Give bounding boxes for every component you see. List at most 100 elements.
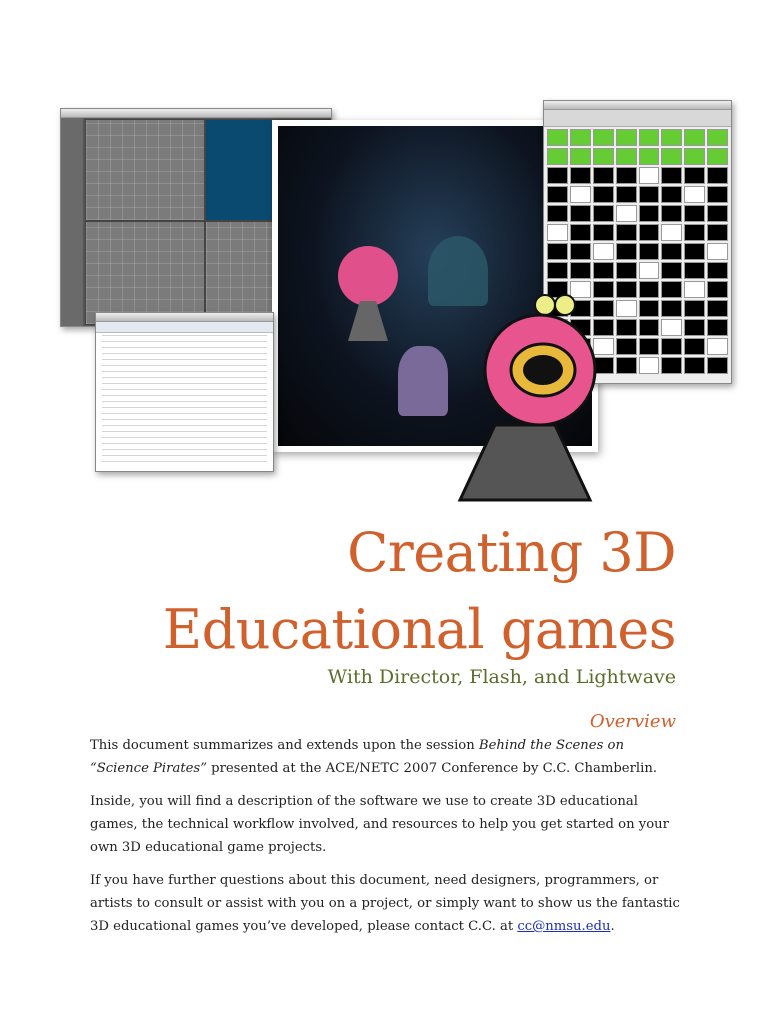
- cast-cell: [615, 243, 637, 260]
- cast-cell: [661, 243, 683, 260]
- monster-illustration: [455, 285, 605, 510]
- cast-cell: [684, 224, 706, 241]
- cast-cell: [569, 186, 591, 203]
- email-link[interactable]: cc@nmsu.edu: [517, 919, 610, 934]
- cast-cell: [615, 186, 637, 203]
- overview-body: This document summarizes and extends upo…: [90, 734, 680, 948]
- cast-cell: [707, 205, 728, 222]
- p1-text-end: presented at the ACE/NETC 2007 Conferenc…: [206, 761, 658, 776]
- cast-cell: [615, 319, 637, 336]
- cast-cell: [547, 148, 568, 165]
- cast-cell: [569, 205, 591, 222]
- cast-cell: [638, 357, 660, 374]
- cast-cell: [547, 262, 568, 279]
- cast-cell: [707, 243, 728, 260]
- cast-cell: [638, 167, 660, 184]
- cast-cell: [661, 300, 683, 317]
- cast-cell: [638, 186, 660, 203]
- cast-cell: [684, 148, 706, 165]
- cast-cell: [661, 281, 683, 298]
- cast-cell: [615, 129, 637, 146]
- section-heading-overview: Overview: [589, 711, 676, 732]
- cast-cell: [592, 148, 614, 165]
- cast-cell: [707, 224, 728, 241]
- cast-cell: [707, 281, 728, 298]
- cast-cell: [569, 129, 591, 146]
- cast-cell: [569, 243, 591, 260]
- paragraph-1: This document summarizes and extends upo…: [90, 734, 680, 780]
- cast-cell: [684, 186, 706, 203]
- cast-cell: [638, 224, 660, 241]
- cast-cell: [615, 167, 637, 184]
- cast-cell: [547, 129, 568, 146]
- cast-cell: [707, 129, 728, 146]
- cast-cell: [684, 319, 706, 336]
- p1-text: This document summarizes and extends upo…: [90, 738, 479, 753]
- cast-cell: [684, 338, 706, 355]
- code-window-screenshot: [95, 312, 274, 472]
- cast-cell: [592, 205, 614, 222]
- cast-cell: [684, 300, 706, 317]
- title-line-1: Creating 3D: [347, 521, 676, 584]
- cast-cell: [684, 129, 706, 146]
- cast-cell: [547, 167, 568, 184]
- title-line-2: Educational games: [162, 598, 677, 661]
- cast-cell: [547, 243, 568, 260]
- cast-cell: [638, 148, 660, 165]
- cast-cell: [661, 224, 683, 241]
- cast-cell: [592, 186, 614, 203]
- cast-cell: [707, 148, 728, 165]
- cast-cell: [661, 262, 683, 279]
- cast-cell: [547, 205, 568, 222]
- cast-cell: [569, 224, 591, 241]
- cast-cell: [615, 357, 637, 374]
- cast-cell: [707, 319, 728, 336]
- cast-cell: [707, 300, 728, 317]
- cast-cell: [707, 338, 728, 355]
- cast-cell: [684, 243, 706, 260]
- cast-cell: [661, 338, 683, 355]
- cast-cell: [615, 224, 637, 241]
- subtitle: With Director, Flash, and Lightwave: [327, 666, 676, 688]
- paragraph-2: Inside, you will find a description of t…: [90, 794, 669, 855]
- cast-cell: [615, 148, 637, 165]
- cast-cell: [592, 224, 614, 241]
- cast-cell: [615, 281, 637, 298]
- cast-cell: [684, 281, 706, 298]
- cast-cell: [661, 148, 683, 165]
- cast-cell: [661, 167, 683, 184]
- cast-cell: [615, 262, 637, 279]
- cast-cell: [547, 224, 568, 241]
- cast-cell: [638, 281, 660, 298]
- cast-cell: [569, 148, 591, 165]
- cast-cell: [707, 262, 728, 279]
- cast-cell: [569, 167, 591, 184]
- cast-cell: [638, 300, 660, 317]
- cast-cell: [661, 205, 683, 222]
- cast-cell: [707, 167, 728, 184]
- cast-cell: [638, 262, 660, 279]
- cast-cell: [661, 357, 683, 374]
- cast-cell: [638, 319, 660, 336]
- cast-cell: [684, 357, 706, 374]
- cast-cell: [638, 243, 660, 260]
- cast-cell: [638, 129, 660, 146]
- cast-cell: [569, 262, 591, 279]
- cast-cell: [547, 186, 568, 203]
- cast-cell: [707, 357, 728, 374]
- cast-cell: [615, 338, 637, 355]
- p3-text-end: .: [610, 919, 615, 934]
- cast-cell: [592, 129, 614, 146]
- cast-cell: [592, 167, 614, 184]
- cast-cell: [615, 300, 637, 317]
- cast-cell: [707, 186, 728, 203]
- cast-cell: [661, 319, 683, 336]
- cast-cell: [592, 243, 614, 260]
- cast-cell: [592, 262, 614, 279]
- cast-cell: [638, 205, 660, 222]
- paragraph-3: If you have further questions about this…: [90, 869, 680, 938]
- cast-cell: [684, 262, 706, 279]
- cast-cell: [615, 205, 637, 222]
- cast-cell: [661, 129, 683, 146]
- cast-cell: [661, 186, 683, 203]
